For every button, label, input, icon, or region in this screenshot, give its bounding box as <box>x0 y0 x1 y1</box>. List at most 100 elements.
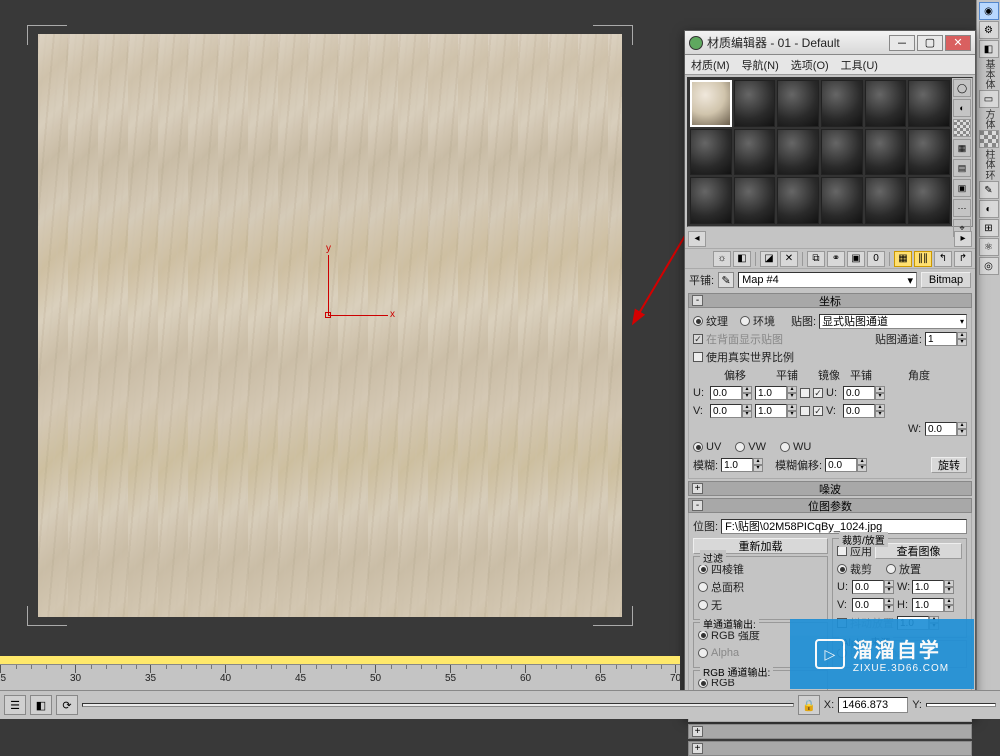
map-type-button[interactable]: Bitmap <box>921 272 971 288</box>
bitmap-params-header[interactable]: - 位图参数 <box>688 498 972 513</box>
mat-id-icon[interactable]: 0 <box>867 251 885 267</box>
put-to-scene-icon[interactable]: ◧ <box>733 251 751 267</box>
rotate-button[interactable]: 旋转 <box>931 457 967 473</box>
menu-material[interactable]: 材质(M) <box>691 57 730 73</box>
rgbout-rgb-radio[interactable] <box>698 678 708 688</box>
go-forward-icon[interactable]: ↱ <box>954 251 972 267</box>
filter-none-radio[interactable] <box>698 600 708 610</box>
wu-radio[interactable] <box>780 442 790 452</box>
show-end-result-icon[interactable]: ∥∥ <box>914 251 932 267</box>
status-icon-3[interactable]: ⟳ <box>56 695 78 715</box>
v-angle-spinner[interactable]: ▴▾ <box>843 404 885 418</box>
make-preview-icon[interactable]: ▣ <box>953 179 971 197</box>
sample-slot-14[interactable] <box>734 177 776 224</box>
noise-header[interactable]: + 噪波 <box>688 481 972 496</box>
v-tile-checkbox[interactable] <box>813 406 823 416</box>
map-name-select[interactable]: Map #4 ▾ <box>738 272 917 288</box>
u-tile-checkbox[interactable] <box>813 388 823 398</box>
close-button[interactable]: ✕ <box>945 35 971 51</box>
mono-alpha-radio[interactable] <box>698 648 708 658</box>
collapse-icon[interactable]: - <box>692 500 703 511</box>
place-radio[interactable] <box>886 564 896 574</box>
cmd-btn-box[interactable]: ▭ <box>979 90 999 108</box>
expand-icon[interactable]: + <box>692 743 703 754</box>
sample-slot-1[interactable] <box>690 80 732 127</box>
sample-slot-5[interactable] <box>865 80 907 127</box>
cmd-tab-hierarchy[interactable]: ◧ <box>979 40 999 58</box>
blur-offset-spinner[interactable]: ▴▾ <box>825 458 867 472</box>
environ-radio[interactable] <box>740 316 750 326</box>
cmd-btn-checker[interactable] <box>979 130 999 148</box>
v-mirror-checkbox[interactable] <box>800 406 810 416</box>
show-in-viewport-icon[interactable]: ▦ <box>894 251 912 267</box>
sample-slot-18[interactable] <box>908 177 950 224</box>
menu-tools[interactable]: 工具(U) <box>841 57 878 73</box>
cmd-btn-d[interactable]: ⚛ <box>979 238 999 256</box>
cmd-btn-b[interactable]: ◐ <box>979 200 999 218</box>
crop-v-spinner[interactable]: ▴▾ <box>852 598 894 612</box>
maximize-button[interactable]: ▢ <box>917 35 943 51</box>
expand-icon[interactable]: + <box>692 483 703 494</box>
real-world-checkbox[interactable] <box>693 352 703 362</box>
extra-header-2[interactable]: + <box>688 741 972 756</box>
u-tile-spinner[interactable]: ▴▾ <box>755 386 797 400</box>
crop-radio[interactable] <box>837 564 847 574</box>
coords-header[interactable]: - 坐标 <box>688 293 972 308</box>
collapse-icon[interactable]: - <box>692 295 703 306</box>
sample-slot-2[interactable] <box>734 80 776 127</box>
timeline-ruler[interactable]: 253035404550556065707580 <box>0 664 680 690</box>
filter-sumarea-radio[interactable] <box>698 582 708 592</box>
sample-slot-8[interactable] <box>734 129 776 176</box>
cmd-btn-a[interactable]: ✎ <box>979 181 999 199</box>
blur-spinner[interactable]: ▴▾ <box>721 458 763 472</box>
sample-slot-17[interactable] <box>865 177 907 224</box>
filter-pyramid-radio[interactable] <box>698 564 708 574</box>
apply-crop-checkbox[interactable] <box>837 546 847 556</box>
minimize-button[interactable]: － <box>889 35 915 51</box>
scroll-right-icon[interactable]: ▸ <box>954 231 972 247</box>
make-copy-icon[interactable]: ⧉ <box>807 251 825 267</box>
sample-slot-4[interactable] <box>821 80 863 127</box>
sample-slot-12[interactable] <box>908 129 950 176</box>
sample-slot-11[interactable] <box>865 129 907 176</box>
u-offset-spinner[interactable]: ▴▾ <box>710 386 752 400</box>
v-offset-spinner[interactable]: ▴▾ <box>710 404 752 418</box>
assign-to-sel-icon[interactable]: ◪ <box>760 251 778 267</box>
w-angle-spinner[interactable]: ▴▾ <box>925 422 967 436</box>
background-icon[interactable] <box>953 119 971 137</box>
status-icon-1[interactable]: ☰ <box>4 695 26 715</box>
reset-map-icon[interactable]: ✕ <box>780 251 798 267</box>
eyedropper-icon[interactable]: ✎ <box>718 272 734 288</box>
map-chan-num-input[interactable] <box>925 332 957 346</box>
sample-slot-13[interactable] <box>690 177 732 224</box>
texture-radio[interactable] <box>693 316 703 326</box>
sample-slot-10[interactable] <box>821 129 863 176</box>
sample-type-icon[interactable]: ◯ <box>953 79 971 97</box>
cmd-tab-modify[interactable]: ⚙ <box>979 21 999 39</box>
show-back-checkbox[interactable] <box>693 334 703 344</box>
cmd-btn-e[interactable]: ◎ <box>979 257 999 275</box>
backlight-icon[interactable]: ◐ <box>953 99 971 117</box>
cmd-btn-c[interactable]: ⊞ <box>979 219 999 237</box>
sample-slot-6[interactable] <box>908 80 950 127</box>
view-image-button[interactable]: 查看图像 <box>875 543 962 559</box>
crop-h-spinner[interactable]: ▴▾ <box>912 598 954 612</box>
u-angle-spinner[interactable]: ▴▾ <box>843 386 885 400</box>
crop-w-spinner[interactable]: ▴▾ <box>912 580 954 594</box>
sample-slot-9[interactable] <box>777 129 819 176</box>
video-check-icon[interactable]: ▤ <box>953 159 971 177</box>
sample-slot-3[interactable] <box>777 80 819 127</box>
menu-options[interactable]: 选项(O) <box>791 57 829 73</box>
v-tile-spinner[interactable]: ▴▾ <box>755 404 797 418</box>
put-to-lib-icon[interactable]: ▣ <box>847 251 865 267</box>
uv-radio[interactable] <box>693 442 703 452</box>
sample-slot-16[interactable] <box>821 177 863 224</box>
go-to-parent-icon[interactable]: ↰ <box>934 251 952 267</box>
title-bar[interactable]: 材质编辑器 - 01 - Default － ▢ ✕ <box>685 31 975 55</box>
sample-uv-icon[interactable]: ▦ <box>953 139 971 157</box>
sample-slot-7[interactable] <box>690 129 732 176</box>
vw-radio[interactable] <box>735 442 745 452</box>
lock-icon[interactable]: 🔒 <box>798 695 820 715</box>
crop-u-spinner[interactable]: ▴▾ <box>852 580 894 594</box>
scroll-left-icon[interactable]: ◂ <box>688 231 706 247</box>
